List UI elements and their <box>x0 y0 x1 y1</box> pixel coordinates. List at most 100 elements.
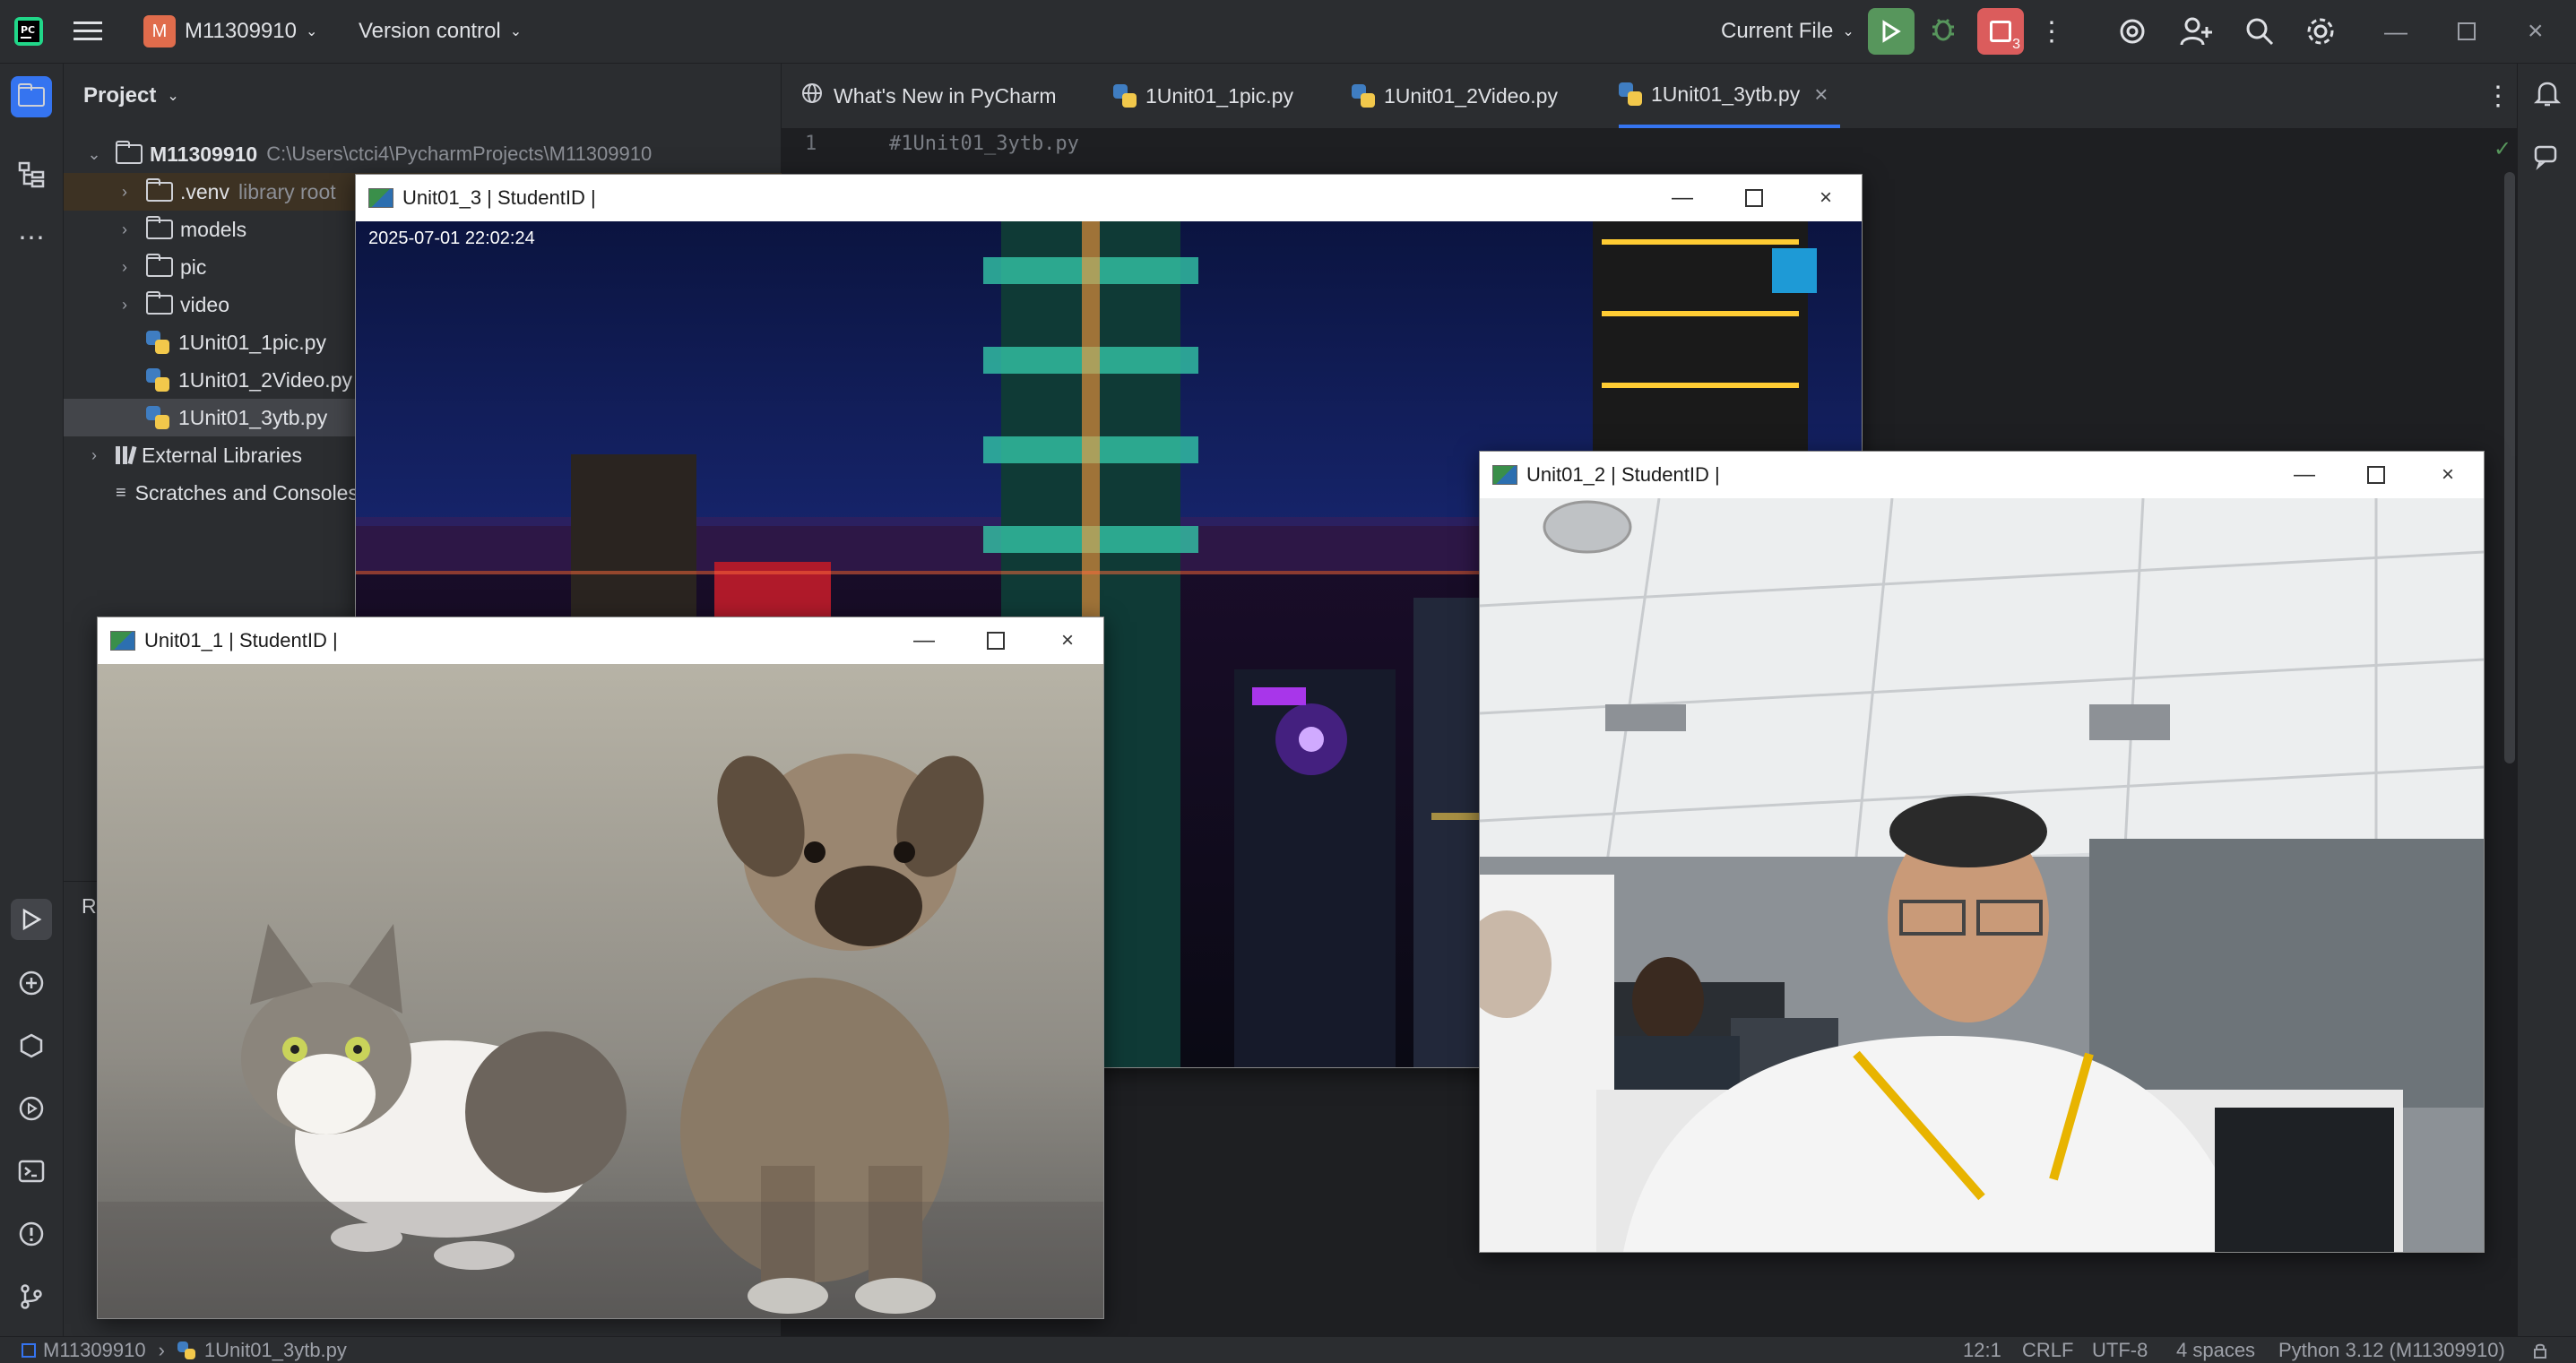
search-icon[interactable] <box>2244 0 2275 63</box>
close-icon[interactable]: × <box>1032 617 1103 664</box>
main-menu-icon[interactable] <box>73 0 102 63</box>
version-control-menu[interactable]: Version control ⌄ <box>359 0 522 63</box>
maximize-icon[interactable] <box>960 617 1032 664</box>
window-title-bar[interactable]: Unit01_1 | StudentID | — × <box>98 617 1103 664</box>
left-tool-strip: ⋯ <box>0 64 64 1336</box>
minimize-icon[interactable]: — <box>888 617 960 664</box>
python-file-icon <box>1352 84 1375 108</box>
structure-tool-icon[interactable] <box>13 157 49 193</box>
caret-position[interactable]: 12:1 <box>1963 1337 2001 1363</box>
tree-item-label: .venv <box>180 179 229 203</box>
minimize-icon[interactable]: — <box>1647 175 1718 221</box>
tab-file[interactable]: 1Unit01_1pic.py <box>1113 64 1293 128</box>
git-icon[interactable] <box>13 1279 49 1315</box>
window-unit01-2[interactable]: Unit01_2 | StudentID | — × <box>1479 451 2485 1253</box>
close-tab-icon[interactable]: × <box>1814 81 1828 108</box>
problems-icon[interactable] <box>13 1216 49 1252</box>
chevron-down-icon: ⌄ <box>87 144 101 163</box>
tree-item-label: 1Unit01_2Video.py <box>178 367 352 392</box>
folder-icon <box>116 141 143 164</box>
maximize-icon[interactable] <box>1718 175 1790 221</box>
python-file-icon <box>146 406 169 429</box>
debug-button[interactable] <box>1929 0 1958 63</box>
chevron-right-icon: › <box>122 257 127 276</box>
ai-assistant-icon[interactable] <box>2117 0 2148 63</box>
stop-icon: 3 <box>1977 8 2024 55</box>
project-panel-header[interactable]: Project ⌄ <box>83 64 179 128</box>
run-panel-title: R <box>82 894 97 918</box>
project-tool-icon[interactable] <box>11 76 52 117</box>
svg-text:PC: PC <box>21 24 35 36</box>
python-file-icon <box>146 331 169 354</box>
project-selector[interactable]: M M11309910 ⌄ <box>143 0 317 63</box>
rerun-icon <box>1868 8 1915 55</box>
rerun-button[interactable] <box>1868 0 1915 63</box>
tab-file[interactable]: 1Unit01_2Video.py <box>1352 64 1558 128</box>
indent-setting[interactable]: 4 spaces <box>2176 1337 2255 1363</box>
module-icon <box>22 1342 36 1358</box>
stop-button[interactable]: 3 <box>1977 0 2024 63</box>
run-tool-icon[interactable] <box>11 899 52 940</box>
breadcrumb[interactable]: M11309910 › 1Unit01_3ytb.py <box>22 1337 347 1363</box>
chevron-right-icon: › <box>122 220 127 238</box>
python-file-icon <box>1619 82 1642 106</box>
library-icon <box>116 445 137 465</box>
globe-icon <box>801 82 823 109</box>
services-icon[interactable] <box>13 1091 49 1126</box>
code-line: #1Unit01_3ytb.py <box>889 133 1079 155</box>
app-window-icon <box>368 188 393 208</box>
folder-icon <box>146 291 173 315</box>
tree-item-label: models <box>180 217 247 241</box>
inspection-ok-icon[interactable]: ✓ <box>2494 136 2511 162</box>
window-unit01-1[interactable]: Unit01_1 | StudentID | — × <box>97 617 1104 1319</box>
tree-item-label: 1Unit01_3ytb.py <box>178 405 328 429</box>
file-encoding[interactable]: UTF-8 <box>2092 1337 2148 1363</box>
tree-root-path: C:\Users\ctci4\PycharmProjects\M11309910 <box>266 142 653 165</box>
minimize-window-icon[interactable]: — <box>2384 0 2407 63</box>
close-window-icon[interactable]: × <box>2528 0 2544 63</box>
editor-scrollbar[interactable] <box>2504 172 2515 763</box>
chevron-right-icon: › <box>91 445 97 464</box>
line-ending[interactable]: CRLF <box>2022 1337 2073 1363</box>
image-cat-and-dog <box>98 664 1103 1318</box>
tree-item-label: Scratches and Consoles <box>134 480 359 505</box>
maximize-icon[interactable] <box>2340 452 2412 498</box>
python-interpreter[interactable]: Python 3.12 (M11309910) <box>2278 1337 2505 1363</box>
tree-root-row[interactable]: ⌄ M11309910 C:\Users\ctci4\PycharmProjec… <box>64 135 802 173</box>
line-number: 1 <box>805 133 817 155</box>
right-tool-strip <box>2517 64 2576 1336</box>
webcam-frame-office <box>1480 498 2484 1252</box>
folder-icon <box>146 178 173 202</box>
lock-icon[interactable] <box>2533 1337 2547 1363</box>
tab-file-active[interactable]: 1Unit01_3ytb.py × <box>1619 64 1841 128</box>
python-packages-icon[interactable] <box>13 1028 49 1064</box>
ai-chat-icon[interactable] <box>2529 139 2565 175</box>
breadcrumb-file: 1Unit01_3ytb.py <box>203 1338 347 1361</box>
tab-options-icon[interactable]: ⋮ <box>2485 64 2511 128</box>
video-timestamp: 2025-07-01 22:02:24 <box>368 229 535 248</box>
folder-icon <box>146 216 173 239</box>
chevron-down-icon: ⌄ <box>1842 24 1854 39</box>
close-icon[interactable]: × <box>1790 175 1862 221</box>
maximize-window-icon[interactable] <box>2458 0 2476 63</box>
settings-gear-icon[interactable] <box>2305 0 2336 63</box>
more-actions-icon[interactable]: ⋮ <box>2038 0 2065 63</box>
run-config-selector[interactable]: Current File ⌄ <box>1721 0 1854 63</box>
close-icon[interactable]: × <box>2412 452 2484 498</box>
python-console-icon[interactable] <box>13 965 49 1001</box>
window-title-bar[interactable]: Unit01_2 | StudentID | — × <box>1480 452 2484 498</box>
tree-item-label: 1Unit01_1pic.py <box>178 330 326 354</box>
minimize-icon[interactable]: — <box>2269 452 2340 498</box>
tab-whats-new[interactable]: What's New in PyCharm <box>801 64 1057 128</box>
terminal-icon[interactable] <box>13 1153 49 1189</box>
window-title-bar[interactable]: Unit01_3 | StudentID | — × <box>356 175 1862 221</box>
python-file-icon <box>146 368 169 392</box>
window-title: Unit01_1 | StudentID | <box>144 629 338 651</box>
more-tools-icon[interactable]: ⋯ <box>13 220 49 255</box>
scratches-icon: ≡ <box>116 482 126 503</box>
bug-icon <box>1929 14 1958 49</box>
tab-label: 1Unit01_2Video.py <box>1384 83 1558 108</box>
add-user-icon[interactable] <box>2180 0 2212 63</box>
notifications-icon[interactable] <box>2529 76 2565 112</box>
pycharm-logo-icon[interactable]: PC <box>13 0 45 63</box>
